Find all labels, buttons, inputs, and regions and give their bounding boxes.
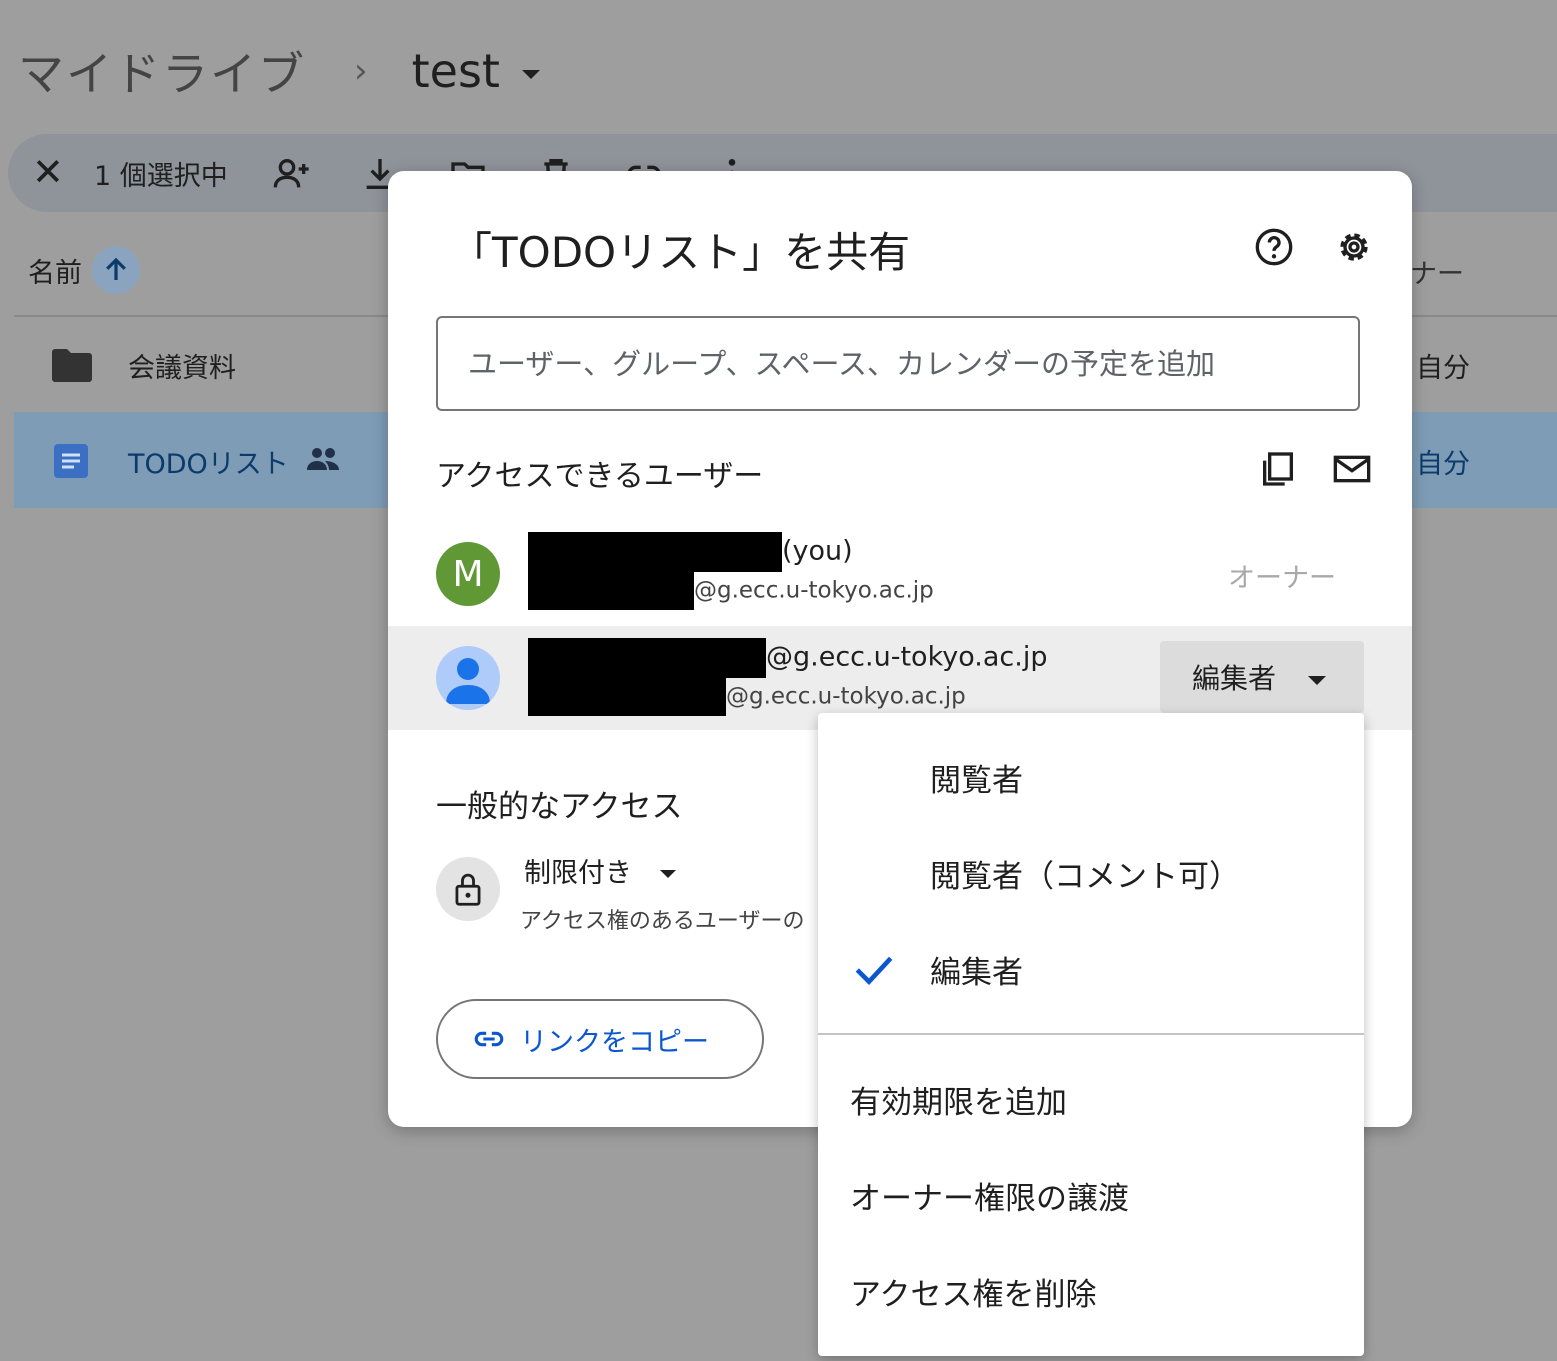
docs-icon	[54, 444, 88, 478]
owner-column-header[interactable]: ナー	[1410, 252, 1464, 291]
gear-icon[interactable]	[1334, 227, 1374, 267]
breadcrumb: マイドライブ › test	[18, 36, 540, 106]
user-name: (you)	[528, 532, 853, 572]
share-person-add-icon[interactable]	[272, 154, 312, 194]
menu-item-viewer[interactable]: 閲覧者	[818, 731, 1364, 821]
user-email: @g.ecc.u-tokyo.ac.jp	[528, 678, 966, 716]
dialog-title: 「TODOリスト」を共有	[450, 228, 911, 277]
role-dropdown-label: 編集者	[1192, 662, 1277, 695]
menu-divider	[818, 1033, 1364, 1035]
name-column-label: 名前	[28, 257, 82, 289]
link-icon	[474, 1031, 504, 1047]
selection-count: 1 個選択中	[94, 161, 228, 192]
menu-item-commenter[interactable]: 閲覧者（コメント可）	[818, 827, 1364, 917]
folder-icon	[52, 349, 92, 382]
user-name-suffix: @g.ecc.u-tokyo.ac.jp	[766, 641, 1048, 673]
user-email: @g.ecc.u-tokyo.ac.jp	[528, 572, 934, 610]
arrow-up-icon	[106, 257, 126, 280]
general-access-dropdown[interactable]: 制限付き	[524, 851, 676, 890]
copy-link-label: リンクをコピー	[520, 1026, 709, 1058]
role-dropdown-button[interactable]: 編集者	[1160, 641, 1364, 713]
default-avatar-icon	[436, 646, 500, 710]
user-name-suffix: (you)	[782, 535, 853, 567]
copy-emails-icon[interactable]	[1258, 449, 1298, 489]
redacted-block	[528, 638, 766, 678]
caret-down-icon	[521, 69, 540, 79]
breadcrumb-my-drive[interactable]: マイドライブ	[18, 38, 306, 104]
copy-link-button[interactable]: リンクをコピー	[436, 999, 764, 1079]
user-email-suffix: @g.ecc.u-tokyo.ac.jp	[726, 683, 966, 710]
caret-down-icon	[660, 869, 676, 878]
general-access-title: 一般的なアクセス	[436, 789, 683, 825]
folder-name: test	[411, 44, 500, 98]
general-access-value: 制限付き	[524, 858, 632, 889]
shared-people-icon	[307, 448, 339, 470]
file-name: TODOリスト	[128, 449, 289, 480]
user-name: @g.ecc.u-tokyo.ac.jp	[528, 638, 1047, 678]
redacted-block	[528, 678, 726, 716]
menu-item-add-expiration[interactable]: 有効期限を追加	[818, 1053, 1364, 1143]
add-people-input[interactable]	[436, 316, 1360, 411]
file-owner: 自分	[1416, 449, 1470, 480]
general-access-description: アクセス権のあるユーザーの	[520, 909, 805, 934]
user-row-owner: M (you) @g.ecc.u-tokyo.ac.jp オーナー	[388, 522, 1412, 626]
redacted-block	[528, 532, 782, 572]
name-column-header[interactable]: 名前	[28, 246, 140, 294]
role-menu: 閲覧者 閲覧者（コメント可） 編集者 有効期限を追加 オーナー権限の譲渡 アクセ…	[818, 713, 1364, 1356]
help-icon[interactable]	[1254, 227, 1294, 267]
avatar: M	[436, 542, 500, 606]
email-icon[interactable]	[1332, 449, 1372, 489]
access-users-title: アクセスできるユーザー	[436, 459, 764, 494]
chevron-right-icon: ›	[354, 51, 368, 91]
caret-down-icon	[1308, 675, 1327, 685]
menu-item-editor[interactable]: 編集者	[818, 923, 1364, 1013]
menu-item-transfer-ownership[interactable]: オーナー権限の譲渡	[818, 1149, 1364, 1239]
menu-item-remove-access[interactable]: アクセス権を削除	[818, 1245, 1364, 1335]
check-icon	[855, 956, 893, 986]
lock-icon	[436, 857, 500, 921]
breadcrumb-current-folder[interactable]: test	[412, 44, 540, 98]
file-owner: 自分	[1416, 353, 1470, 384]
redacted-block	[528, 572, 694, 610]
owner-role-label: オーナー	[1228, 563, 1336, 594]
file-name: 会議資料	[128, 353, 236, 384]
user-email-suffix: @g.ecc.u-tokyo.ac.jp	[694, 577, 934, 604]
close-icon[interactable]: ✕	[32, 150, 64, 194]
sort-direction-button[interactable]	[92, 246, 140, 294]
